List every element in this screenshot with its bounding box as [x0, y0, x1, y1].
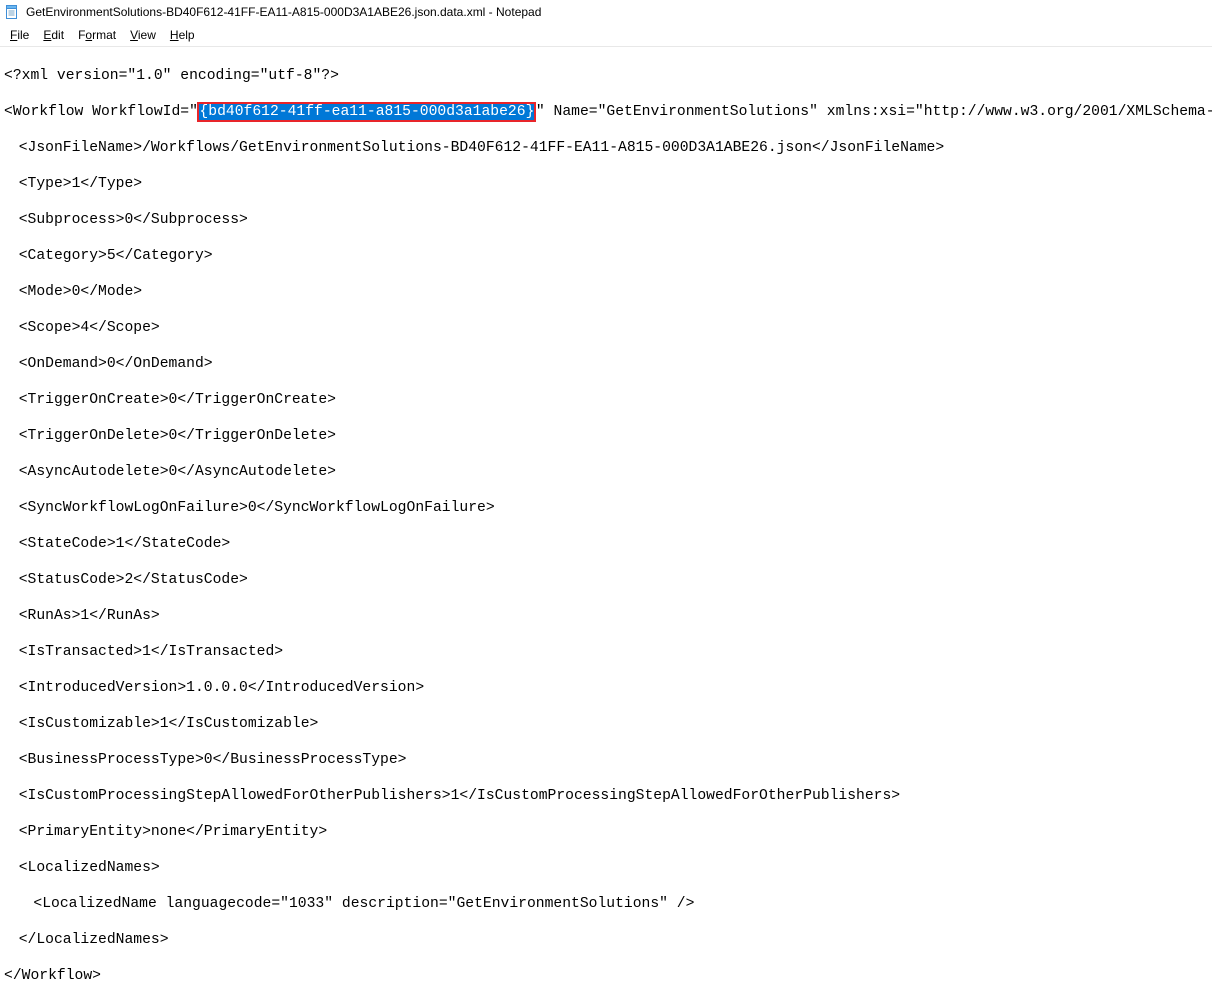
menu-format[interactable]: Format [72, 26, 122, 44]
xml-line: <Type>1</Type> [4, 175, 1208, 193]
xml-line: <LocalizedName languagecode="1033" descr… [4, 895, 1208, 913]
selected-text: { [199, 104, 208, 120]
xml-line: <?xml version="1.0" encoding="utf-8"?> [4, 67, 1208, 85]
xml-line: <StateCode>1</StateCode> [4, 535, 1208, 553]
xml-line: <AsyncAutodelete>0</AsyncAutodelete> [4, 463, 1208, 481]
xml-line: <IsCustomizable>1</IsCustomizable> [4, 715, 1208, 733]
selected-text: } [526, 104, 535, 120]
xml-line: <PrimaryEntity>none</PrimaryEntity> [4, 823, 1208, 841]
titlebar: GetEnvironmentSolutions-BD40F612-41FF-EA… [0, 0, 1212, 24]
xml-line: <Workflow WorkflowId="{bd40f612-41ff-ea1… [4, 103, 1208, 121]
xml-line: <Category>5</Category> [4, 247, 1208, 265]
menu-file[interactable]: File [4, 26, 35, 44]
xml-line: <LocalizedNames> [4, 859, 1208, 877]
menubar: File Edit Format View Help [0, 24, 1212, 47]
text-area[interactable]: <?xml version="1.0" encoding="utf-8"?> <… [0, 47, 1212, 1007]
xml-line: <StatusCode>2</StatusCode> [4, 571, 1208, 589]
window-title: GetEnvironmentSolutions-BD40F612-41FF-EA… [26, 5, 541, 19]
xml-line: <IntroducedVersion>1.0.0.0</IntroducedVe… [4, 679, 1208, 697]
xml-line: <IsTransacted>1</IsTransacted> [4, 643, 1208, 661]
xml-line: <JsonFileName>/Workflows/GetEnvironmentS… [4, 139, 1208, 157]
notepad-icon [4, 4, 20, 20]
selected-text: bd40f612-41ff-ea11-a815-000d3a1abe26 [208, 104, 525, 120]
highlight-box: {bd40f612-41ff-ea11-a815-000d3a1abe26} [197, 102, 536, 122]
xml-line: <IsCustomProcessingStepAllowedForOtherPu… [4, 787, 1208, 805]
menu-view[interactable]: View [124, 26, 162, 44]
xml-line: <TriggerOnCreate>0</TriggerOnCreate> [4, 391, 1208, 409]
xml-line: <Mode>0</Mode> [4, 283, 1208, 301]
xml-line: </LocalizedNames> [4, 931, 1208, 949]
xml-line: </Workflow> [4, 967, 1208, 985]
xml-line: <RunAs>1</RunAs> [4, 607, 1208, 625]
xml-line: <Subprocess>0</Subprocess> [4, 211, 1208, 229]
xml-line: <OnDemand>0</OnDemand> [4, 355, 1208, 373]
xml-line: <TriggerOnDelete>0</TriggerOnDelete> [4, 427, 1208, 445]
xml-line: <Scope>4</Scope> [4, 319, 1208, 337]
menu-help[interactable]: Help [164, 26, 201, 44]
xml-line: <BusinessProcessType>0</BusinessProcessT… [4, 751, 1208, 769]
xml-line: <SyncWorkflowLogOnFailure>0</SyncWorkflo… [4, 499, 1208, 517]
menu-edit[interactable]: Edit [37, 26, 70, 44]
